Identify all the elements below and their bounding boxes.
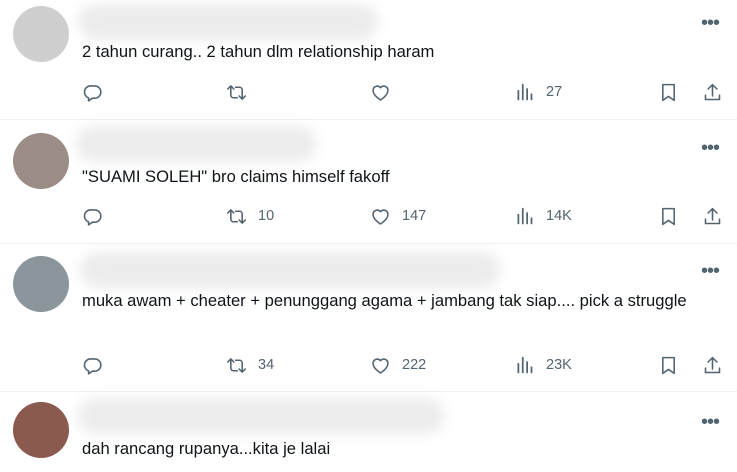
blurred-username: [80, 252, 500, 288]
like-button[interactable]: 147: [370, 204, 426, 228]
blurred-username: [76, 126, 316, 162]
share-button[interactable]: [702, 80, 723, 104]
like-count: 222: [402, 357, 427, 373]
reply-2[interactable]: ••• "SUAMI SOLEH" bro claims himself fak…: [0, 120, 737, 244]
bookmark-button[interactable]: [658, 353, 679, 377]
reply-button[interactable]: [82, 80, 103, 104]
bookmark-icon: [662, 356, 675, 374]
views-icon: [517, 207, 533, 224]
blurred-username: [78, 4, 378, 40]
avatar[interactable]: [13, 256, 69, 312]
retweet-icon: [226, 84, 247, 100]
action-bar: 10 147 14K: [0, 204, 737, 228]
more-icon[interactable]: •••: [699, 261, 721, 281]
views-button[interactable]: 27: [514, 80, 562, 104]
bookmark-button[interactable]: [658, 204, 679, 228]
retweet-count: 10: [258, 208, 275, 224]
views-count: 23K: [546, 357, 572, 373]
more-icon[interactable]: •••: [699, 412, 721, 432]
reply-button[interactable]: [82, 353, 103, 377]
action-bar: 34 222 23K: [0, 353, 737, 377]
views-icon: [517, 356, 533, 373]
avatar[interactable]: [13, 133, 69, 189]
reply-3[interactable]: ••• muka awam + cheater + penunggang aga…: [0, 244, 737, 392]
views-count: 14K: [546, 208, 572, 224]
bookmark-icon: [662, 83, 675, 101]
reply-icon: [83, 357, 102, 375]
reply-text: dah rancang rupanya...kita je lalai: [82, 439, 331, 458]
more-icon[interactable]: •••: [699, 13, 721, 33]
reply-text: 2 tahun curang.. 2 tahun dlm relationshi…: [82, 42, 435, 61]
retweet-button[interactable]: 34: [226, 353, 274, 377]
bookmark-icon: [662, 207, 675, 225]
reply-text: muka awam + cheater + penunggang agama +…: [82, 291, 687, 310]
like-button[interactable]: 222: [370, 353, 426, 377]
heart-icon: [372, 84, 389, 101]
share-icon: [704, 83, 721, 100]
more-icon[interactable]: •••: [699, 138, 721, 158]
blurred-username: [78, 398, 444, 434]
reply-4[interactable]: ••• dah rancang rupanya...kita je lalai: [0, 392, 737, 472]
retweet-count: 34: [258, 357, 275, 373]
reply-icon: [83, 84, 102, 102]
views-button[interactable]: 23K: [514, 353, 572, 377]
share-icon: [704, 356, 721, 373]
retweet-button[interactable]: 10: [226, 204, 274, 228]
reply-button[interactable]: [82, 204, 103, 228]
views-icon: [517, 83, 533, 100]
retweet-button[interactable]: [226, 80, 247, 104]
avatar[interactable]: [13, 402, 69, 458]
share-icon: [704, 207, 721, 224]
avatar[interactable]: [13, 6, 69, 62]
like-count: 147: [402, 208, 427, 224]
like-button[interactable]: [370, 80, 391, 104]
bookmark-button[interactable]: [658, 80, 679, 104]
reply-icon: [83, 208, 102, 226]
share-button[interactable]: [702, 204, 723, 228]
views-button[interactable]: 14K: [514, 204, 572, 228]
heart-icon: [372, 208, 389, 225]
retweet-icon: [226, 208, 247, 224]
share-button[interactable]: [702, 353, 723, 377]
retweet-icon: [226, 357, 247, 373]
reply-text: "SUAMI SOLEH" bro claims himself fakoff: [82, 167, 390, 186]
views-count: 27: [546, 84, 563, 100]
heart-icon: [372, 357, 389, 374]
reply-1[interactable]: ••• 2 tahun curang.. 2 tahun dlm relatio…: [0, 0, 737, 120]
action-bar: 27: [0, 80, 737, 104]
